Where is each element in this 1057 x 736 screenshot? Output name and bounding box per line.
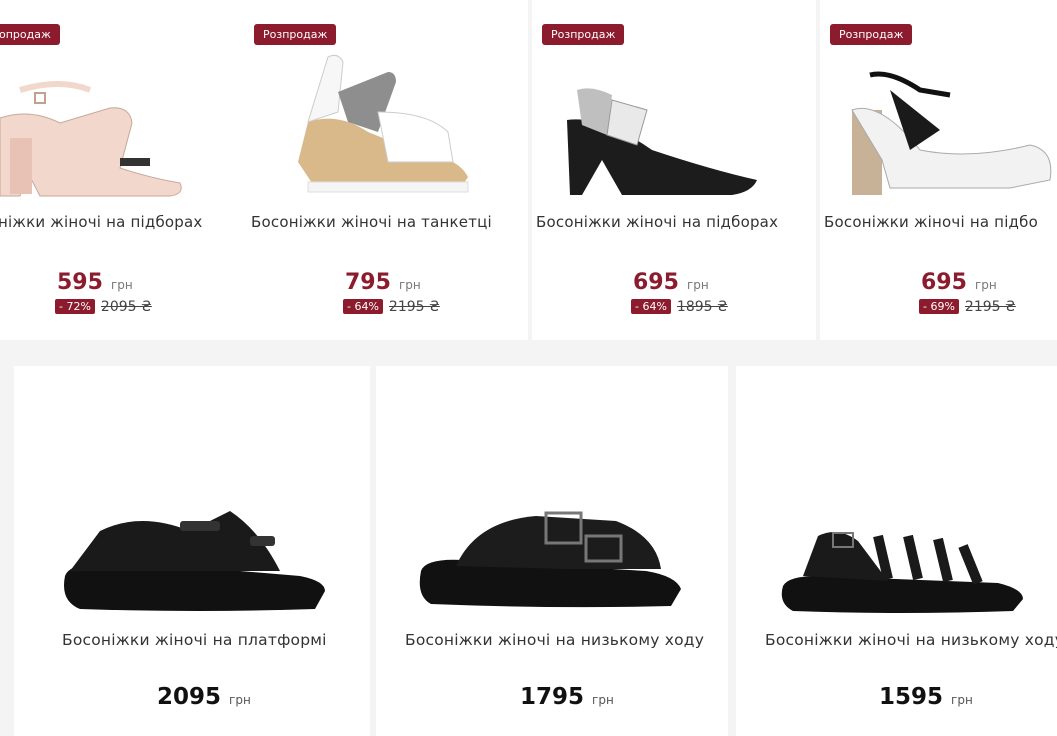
product-card[interactable]: Розпродаж Босоніжки жіночі на підборах 6… (532, 0, 816, 340)
price: 795 грн (345, 270, 421, 295)
sale-badge: Розпродаж (254, 24, 337, 45)
price: 1795 грн (520, 684, 614, 710)
product-title[interactable]: Босоніжки жіночі на танкетці (251, 213, 492, 231)
product-card[interactable]: Босоніжки жіночі на низькому ходу 1595 гр… (736, 366, 1057, 736)
price: 1595 грн (879, 684, 973, 710)
product-card[interactable]: Босоніжки жіночі на низькому ходу 1795 гр… (376, 366, 728, 736)
current-price: 2095 (157, 684, 222, 710)
product-image[interactable] (416, 501, 686, 611)
sale-badge: опродаж (0, 24, 60, 45)
old-price: 2195 ₴ (964, 298, 1016, 315)
discount-badge: - 64% (343, 299, 383, 314)
discount-badge: - 72% (55, 299, 95, 314)
product-title[interactable]: Босоніжки жіночі на платформі (62, 631, 327, 649)
currency: грн (229, 693, 251, 707)
old-price-row: - 64% 2195 ₴ (343, 296, 440, 315)
product-title[interactable]: Босоніжки жіночі на підборах (536, 213, 778, 231)
old-price-row: - 64% 1895 ₴ (631, 296, 728, 315)
current-price: 795 (345, 270, 391, 295)
sale-badge: Розпродаж (830, 24, 913, 45)
product-image[interactable] (0, 78, 190, 204)
currency: грн (592, 693, 614, 707)
product-image[interactable] (278, 52, 478, 202)
currency: грн (686, 278, 709, 292)
product-card[interactable]: Розпродаж Босоніжки жіночі на підбо 695 г… (820, 0, 1057, 340)
current-price: 595 (57, 270, 103, 295)
current-price: 1795 (520, 684, 585, 710)
old-price: 1895 ₴ (676, 298, 728, 315)
sale-badge: Розпродаж (542, 24, 625, 45)
currency: грн (110, 278, 133, 292)
product-card[interactable]: Розпродаж Босоніжки жіночі на танкетці 7… (244, 0, 528, 340)
product-title[interactable]: ніжки жіночі на підборах (0, 213, 202, 231)
old-price: 2095 ₴ (100, 298, 152, 315)
product-title[interactable]: Босоніжки жіночі на підбо (824, 213, 1038, 231)
price: 2095 грн (157, 684, 251, 710)
product-card[interactable]: Босоніжки жіночі на платформі 2095 грн (14, 366, 370, 736)
currency: грн (398, 278, 421, 292)
price: 695 грн (921, 270, 997, 295)
product-title[interactable]: Босоніжки жіночі на низькому ходу (405, 631, 704, 649)
current-price: 695 (921, 270, 967, 295)
product-card[interactable]: опродаж ніжки жіночі на підборах 595 грн … (0, 0, 284, 340)
product-title[interactable]: Босоніжки жіночі на низькому ходу (765, 631, 1057, 649)
product-image[interactable] (778, 521, 1028, 616)
price: 695 грн (633, 270, 709, 295)
product-image[interactable] (562, 80, 762, 200)
currency: грн (974, 278, 997, 292)
price: 595 грн (57, 270, 133, 295)
currency: грн (951, 693, 973, 707)
old-price-row: - 72% 2095 ₴ (55, 296, 152, 315)
current-price: 1595 (879, 684, 944, 710)
product-image[interactable] (60, 491, 330, 616)
current-price: 695 (633, 270, 679, 295)
old-price-row: - 69% 2195 ₴ (919, 296, 1016, 315)
old-price: 2195 ₴ (388, 298, 440, 315)
discount-badge: - 69% (919, 299, 959, 314)
discount-badge: - 64% (631, 299, 671, 314)
product-image[interactable] (850, 70, 1057, 200)
